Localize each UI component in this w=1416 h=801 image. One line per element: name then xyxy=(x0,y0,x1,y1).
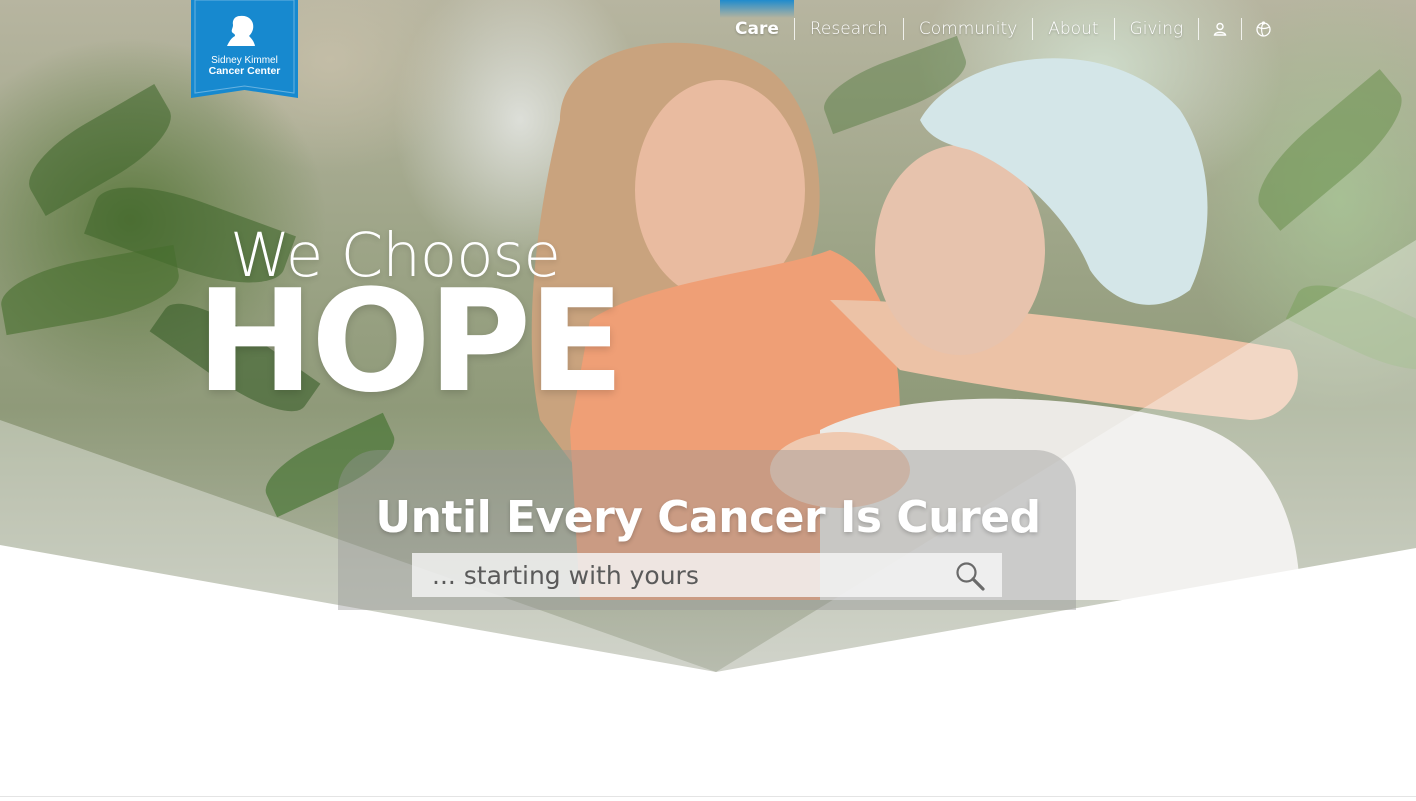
nav-item-giving[interactable]: Giving xyxy=(1115,0,1199,58)
search-box xyxy=(412,553,1002,597)
globe-icon[interactable] xyxy=(1242,0,1284,58)
page: Sidney Kimmel Cancer Center Care Researc… xyxy=(0,0,1416,801)
divider xyxy=(0,796,1416,797)
search-input[interactable] xyxy=(430,559,954,591)
main-nav: Care Research Community About Giving xyxy=(720,0,1284,58)
logo-text: Sidney Kimmel Cancer Center xyxy=(191,55,298,77)
logo-line2: Cancer Center xyxy=(208,65,281,77)
logo[interactable]: Sidney Kimmel Cancer Center xyxy=(191,0,298,106)
nav-item-community[interactable]: Community xyxy=(904,0,1032,58)
search-button[interactable] xyxy=(952,558,988,594)
logo-ribbon-icon xyxy=(191,0,298,98)
headline-large: HOPE xyxy=(196,260,625,424)
user-icon[interactable] xyxy=(1199,0,1241,58)
nav-item-research[interactable]: Research xyxy=(795,0,903,58)
search-icon xyxy=(956,562,985,591)
nav-item-about[interactable]: About xyxy=(1033,0,1113,58)
nav-item-care[interactable]: Care xyxy=(720,0,794,58)
tagline: Until Every Cancer Is Cured xyxy=(375,492,1041,543)
